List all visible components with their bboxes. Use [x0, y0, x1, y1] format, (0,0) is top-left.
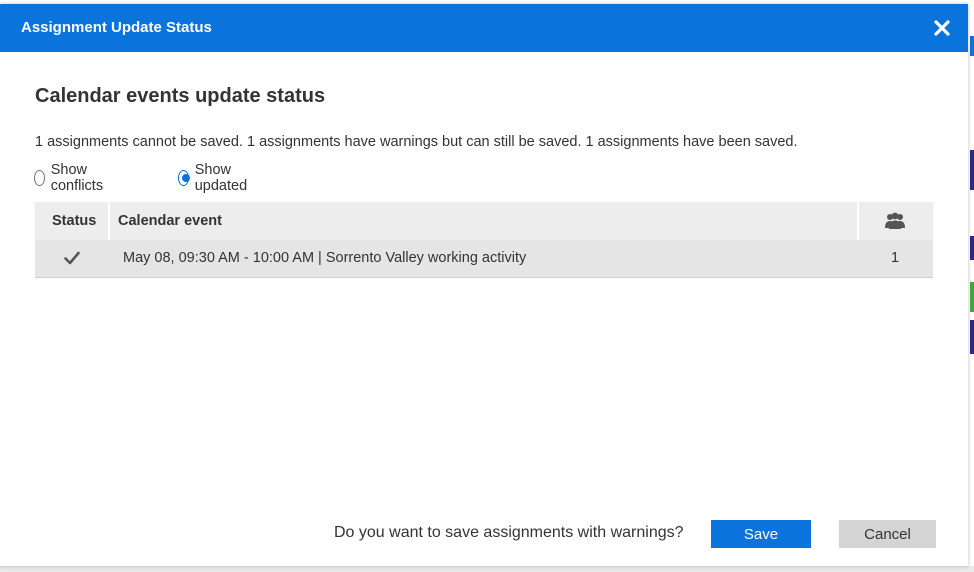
radio-label: Show updated	[194, 162, 248, 194]
background-page-bottom	[0, 566, 974, 572]
save-warnings-question: Do you want to save assignments with war…	[334, 524, 684, 541]
checkmark-icon	[64, 251, 80, 265]
dialog-titlebar: Assignment Update Status	[0, 4, 968, 52]
calendar-event-cell: May 08, 09:30 AM - 10:00 AM | Sorrento V…	[123, 250, 527, 266]
column-header-status[interactable]: Status	[52, 202, 96, 240]
background-marker	[970, 236, 974, 260]
column-divider	[108, 202, 110, 240]
background-marker	[970, 150, 974, 190]
show-updated-radio[interactable]: Show updated	[178, 162, 252, 194]
people-icon	[885, 212, 905, 229]
cancel-button[interactable]: Cancel	[839, 520, 936, 548]
background-marker	[970, 320, 974, 354]
dialog-title: Assignment Update Status	[21, 19, 212, 36]
assignment-update-status-dialog: Assignment Update Status Calendar events…	[0, 4, 968, 566]
section-heading: Calendar events update status	[35, 85, 326, 107]
column-header-attendees[interactable]	[884, 212, 906, 230]
attendee-count-cell: 1	[891, 250, 900, 266]
close-icon	[934, 20, 950, 36]
radio-label: Show conflicts	[50, 162, 104, 194]
background-marker	[970, 282, 974, 312]
background-marker	[970, 36, 974, 56]
radio-unchecked-icon	[34, 170, 45, 186]
show-conflicts-radio[interactable]: Show conflicts	[34, 162, 108, 194]
save-button[interactable]: Save	[711, 520, 811, 548]
table-header: Status Calendar event	[35, 202, 933, 240]
radio-checked-icon	[178, 170, 190, 186]
column-header-calendar-event[interactable]: Calendar event	[118, 202, 222, 240]
status-summary: 1 assignments cannot be saved. 1 assignm…	[35, 134, 798, 150]
column-divider	[857, 202, 859, 240]
status-cell	[64, 251, 80, 267]
close-button[interactable]	[930, 16, 954, 40]
table-row[interactable]: May 08, 09:30 AM - 10:00 AM | Sorrento V…	[35, 240, 933, 278]
